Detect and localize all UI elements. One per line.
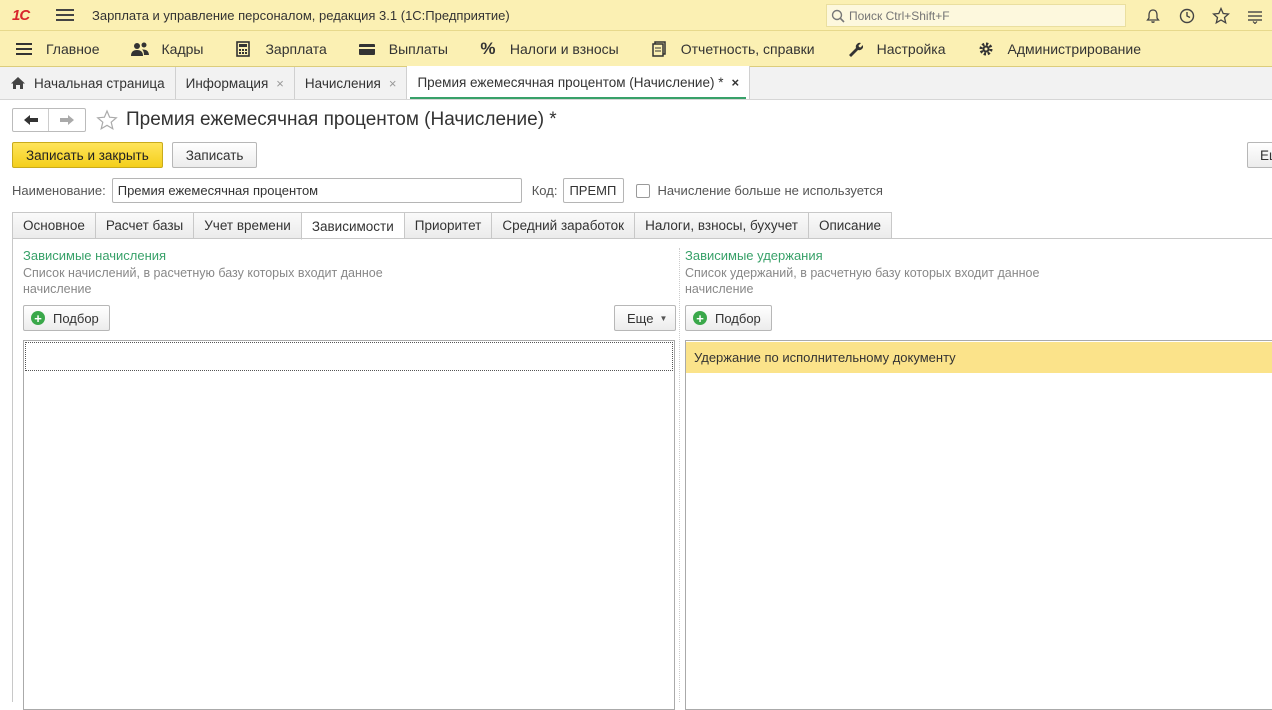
accruals-pick-label: Подбор	[53, 311, 99, 326]
percent-icon: %	[478, 41, 498, 57]
menu-main[interactable]: Главное	[0, 31, 116, 67]
dependent-deductions-title: Зависимые удержания	[685, 248, 1085, 265]
dependent-deductions-list[interactable]: Удержание по исполнительному документу	[685, 340, 1272, 710]
plus-icon: +	[693, 311, 707, 325]
more-button[interactable]: Ещ	[1247, 142, 1272, 168]
menu-reports-label: Отчетность, справки	[681, 41, 815, 57]
unused-checkbox[interactable]	[636, 184, 650, 198]
gear-icon	[976, 41, 996, 57]
menu-salary[interactable]: Зарплата	[219, 31, 342, 67]
deductions-pick-label: Подбор	[715, 311, 761, 326]
tab-time[interactable]: Учет времени	[193, 212, 301, 239]
search-icon	[831, 9, 845, 23]
list-item[interactable]: Удержание по исполнительному документу	[686, 342, 1272, 373]
calculator-icon	[233, 41, 253, 57]
dependent-accruals-title: Зависимые начисления	[23, 248, 423, 265]
code-label: Код:	[532, 183, 558, 198]
tab-accruals-label: Начисления	[305, 76, 381, 91]
report-icon	[649, 41, 669, 57]
dependent-accruals-list[interactable]	[23, 340, 675, 710]
form-fields: Наименование: Код: Начисление больше не …	[12, 178, 883, 203]
command-bar: Записать и закрыть Записать	[12, 142, 257, 168]
home-icon	[10, 76, 26, 90]
dependent-accruals-desc: Список начислений, в расчетную базу кото…	[23, 265, 423, 297]
save-close-button[interactable]: Записать и закрыть	[12, 142, 163, 168]
close-icon[interactable]: ×	[389, 76, 397, 91]
tab-dependencies[interactable]: Зависимости	[301, 212, 404, 240]
menu-admin-label: Администрирование	[1008, 41, 1142, 57]
favorite-star-icon[interactable]	[96, 109, 118, 131]
menu-reports[interactable]: Отчетность, справки	[635, 31, 831, 67]
menu-taxes-label: Налоги и взносы	[510, 41, 619, 57]
accruals-more-label: Еще	[627, 311, 653, 326]
tab-description[interactable]: Описание	[808, 212, 892, 239]
form-title: Премия ежемесячная процентом (Начисление…	[126, 109, 557, 131]
tab-info-label: Информация	[186, 76, 269, 91]
history-icon[interactable]	[1170, 7, 1204, 25]
window-tabs: Начальная страница Информация × Начислен…	[0, 67, 1272, 100]
wrench-icon	[845, 41, 865, 57]
menu-taxes[interactable]: % Налоги и взносы	[464, 31, 635, 67]
favorites-star-icon[interactable]	[1204, 7, 1238, 25]
deductions-pick-button[interactable]: + Подбор	[685, 305, 772, 331]
sections-menu: Главное Кадры Зарплата Выплаты % Налоги …	[0, 31, 1272, 67]
tab-current-form[interactable]: Премия ежемесячная процентом (Начисление…	[407, 66, 750, 99]
code-field[interactable]	[563, 178, 624, 203]
menu-settings-label: Настройка	[877, 41, 946, 57]
unused-label: Начисление больше не используется	[657, 183, 882, 198]
dependent-deductions-desc: Список удержаний, в расчетную базу котор…	[685, 265, 1085, 297]
back-arrow-icon[interactable]	[13, 109, 49, 131]
people-icon	[130, 41, 150, 57]
close-icon[interactable]: ×	[731, 75, 739, 90]
menu-payments[interactable]: Выплаты	[343, 31, 464, 67]
title-bar: 1С Зарплата и управление персоналом, ред…	[0, 0, 1272, 31]
list-item[interactable]	[25, 342, 673, 371]
dependent-deductions-group: Зависимые удержания Список удержаний, в …	[685, 248, 1085, 297]
tab-avg-earnings[interactable]: Средний заработок	[491, 212, 634, 239]
name-field[interactable]	[112, 178, 522, 203]
main-menu-icon[interactable]	[56, 9, 74, 21]
tab-content-left-border	[12, 238, 13, 702]
dependent-accruals-group: Зависимые начисления Список начислений, …	[23, 248, 423, 297]
global-search[interactable]	[826, 4, 1126, 27]
menu-settings[interactable]: Настройка	[831, 31, 962, 67]
history-nav	[12, 108, 86, 132]
accruals-more-button[interactable]: Еще ▼	[614, 305, 676, 331]
tab-content-border	[12, 238, 1272, 239]
wallet-icon	[357, 41, 377, 57]
tab-main[interactable]: Основное	[12, 212, 95, 239]
settings-menu-icon[interactable]	[1238, 8, 1272, 24]
chevron-down-icon: ▼	[659, 314, 667, 323]
tab-base-calc[interactable]: Расчет базы	[95, 212, 193, 239]
menu-salary-label: Зарплата	[265, 41, 326, 57]
tab-accruals[interactable]: Начисления ×	[295, 67, 408, 99]
bell-icon[interactable]	[1136, 8, 1170, 24]
plus-icon: +	[31, 311, 45, 325]
form-tabs: Основное Расчет базы Учет времени Зависи…	[12, 212, 892, 239]
name-label: Наименование:	[12, 183, 106, 198]
group-divider	[679, 248, 680, 702]
search-input[interactable]	[849, 9, 1119, 23]
tab-taxes[interactable]: Налоги, взносы, бухучет	[634, 212, 808, 239]
form-header: Премия ежемесячная процентом (Начисление…	[12, 108, 557, 132]
close-icon[interactable]: ×	[276, 76, 284, 91]
menu-hr-label: Кадры	[162, 41, 204, 57]
app-title: Зарплата и управление персоналом, редакц…	[92, 8, 510, 23]
menu-admin[interactable]: Администрирование	[962, 31, 1158, 67]
hamburger-icon	[14, 41, 34, 57]
menu-hr[interactable]: Кадры	[116, 31, 220, 67]
accruals-pick-button[interactable]: + Подбор	[23, 305, 110, 331]
app-logo: 1С	[12, 7, 46, 24]
forward-arrow-icon[interactable]	[49, 109, 85, 131]
tab-home[interactable]: Начальная страница	[0, 67, 176, 99]
tab-info[interactable]: Информация ×	[176, 67, 295, 99]
tab-home-label: Начальная страница	[34, 76, 165, 91]
tab-priority[interactable]: Приоритет	[404, 212, 492, 239]
menu-main-label: Главное	[46, 41, 100, 57]
save-button[interactable]: Записать	[172, 142, 258, 168]
menu-payments-label: Выплаты	[389, 41, 448, 57]
tab-current-label: Премия ежемесячная процентом (Начисление…	[417, 75, 723, 90]
